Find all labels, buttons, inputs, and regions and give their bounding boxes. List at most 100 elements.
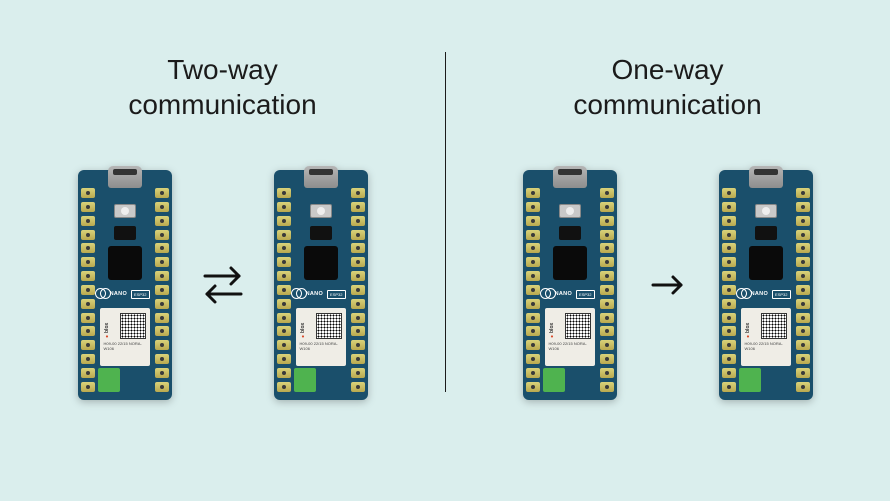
header-pin [526, 202, 540, 212]
header-pin [351, 271, 365, 281]
header-pin [526, 271, 540, 281]
header-pin [351, 326, 365, 336]
title-line-1: Two-way [167, 54, 277, 85]
header-pin [526, 230, 540, 240]
header-pin [351, 368, 365, 378]
header-pin [277, 313, 291, 323]
model-label: ESP32 [576, 290, 594, 299]
reset-button [310, 204, 332, 218]
header-pin [796, 285, 810, 295]
module-vendor-label: ●blox [549, 313, 555, 339]
header-pin [600, 354, 614, 364]
left-title: Two-way communication [128, 52, 316, 122]
header-pin [155, 354, 169, 364]
header-pin [600, 216, 614, 226]
header-pin [722, 230, 736, 240]
usb-connector [553, 166, 587, 188]
header-pin [351, 354, 365, 364]
header-pin [155, 243, 169, 253]
header-pin [81, 313, 95, 323]
header-pin [81, 188, 95, 198]
header-pin [526, 188, 540, 198]
header-pin [277, 326, 291, 336]
header-pin [796, 326, 810, 336]
header-pin [351, 299, 365, 309]
header-pin [277, 299, 291, 309]
header-pin [81, 368, 95, 378]
header-pin [796, 313, 810, 323]
arduino-logo: NANOESP32 [741, 286, 791, 302]
header-pin [155, 188, 169, 198]
main-chip [108, 246, 142, 280]
arduino-board: NANO ESP32 ●bloxH09-00 22/15 NORA-W106 [523, 170, 617, 400]
header-pin [722, 299, 736, 309]
right-title: One-way communication [573, 52, 761, 122]
header-pin [81, 271, 95, 281]
bidirectional-arrow-icon [198, 262, 248, 308]
header-pin [351, 313, 365, 323]
header-pin [722, 285, 736, 295]
header-pin [81, 382, 95, 392]
header-pin [81, 243, 95, 253]
header-pin [277, 382, 291, 392]
header-pin [351, 382, 365, 392]
header-pin [526, 340, 540, 350]
right-panel: One-way communication NANOESP32●bloxH09-… [445, 0, 890, 501]
header-pin [81, 216, 95, 226]
header-pin [81, 326, 95, 336]
model-label: ESP32 [772, 290, 790, 299]
header-pin [526, 243, 540, 253]
model-label: ESP32 [131, 290, 149, 299]
small-chip [559, 226, 581, 240]
header-pin [600, 326, 614, 336]
header-pin [526, 216, 540, 226]
header-pin [277, 230, 291, 240]
right-row: NANOESP32●bloxH09-00 22/15 NORA-W106 NAN… [523, 170, 813, 400]
header-pin [722, 202, 736, 212]
header-pin [155, 216, 169, 226]
header-pin [351, 285, 365, 295]
header-pin [796, 216, 810, 226]
qr-code-icon [565, 313, 591, 339]
title-line-1: One-way [611, 54, 723, 85]
header-pin [526, 382, 540, 392]
main-chip [749, 246, 783, 280]
module-vendor-label: ●blox [300, 313, 306, 339]
header-pin [351, 243, 365, 253]
header-pin [526, 285, 540, 295]
header-pin [351, 188, 365, 198]
header-pin [81, 230, 95, 240]
wifi-module: ●blox H09-00 22/15 NORA-W106 [296, 308, 346, 366]
usb-connector [108, 166, 142, 188]
header-pin [277, 285, 291, 295]
header-pin [526, 299, 540, 309]
title-line-2: communication [128, 89, 316, 120]
header-pin [722, 216, 736, 226]
header-pin [600, 230, 614, 240]
header-pin [81, 202, 95, 212]
antenna [543, 368, 565, 392]
header-pin [155, 299, 169, 309]
header-pin [351, 257, 365, 267]
header-pin [796, 243, 810, 253]
brand-label: NANO [555, 291, 572, 297]
header-pin [600, 188, 614, 198]
small-chip [755, 226, 777, 240]
wifi-module: ●bloxH09-00 22/15 NORA-W106 [545, 308, 595, 366]
header-pin [600, 313, 614, 323]
module-part-label: H09-00 22/15 NORA-W106 [300, 341, 342, 351]
header-pin [351, 216, 365, 226]
header-pin [81, 340, 95, 350]
header-pin [722, 340, 736, 350]
header-pin [155, 340, 169, 350]
qr-code-icon [761, 313, 787, 339]
header-pin [526, 257, 540, 267]
header-pin [277, 354, 291, 364]
header-pin [277, 243, 291, 253]
header-pin [81, 257, 95, 267]
header-pin [526, 354, 540, 364]
header-pin [722, 368, 736, 378]
header-pin [155, 368, 169, 378]
header-pin [277, 368, 291, 378]
model-label: ESP32 [327, 290, 345, 299]
